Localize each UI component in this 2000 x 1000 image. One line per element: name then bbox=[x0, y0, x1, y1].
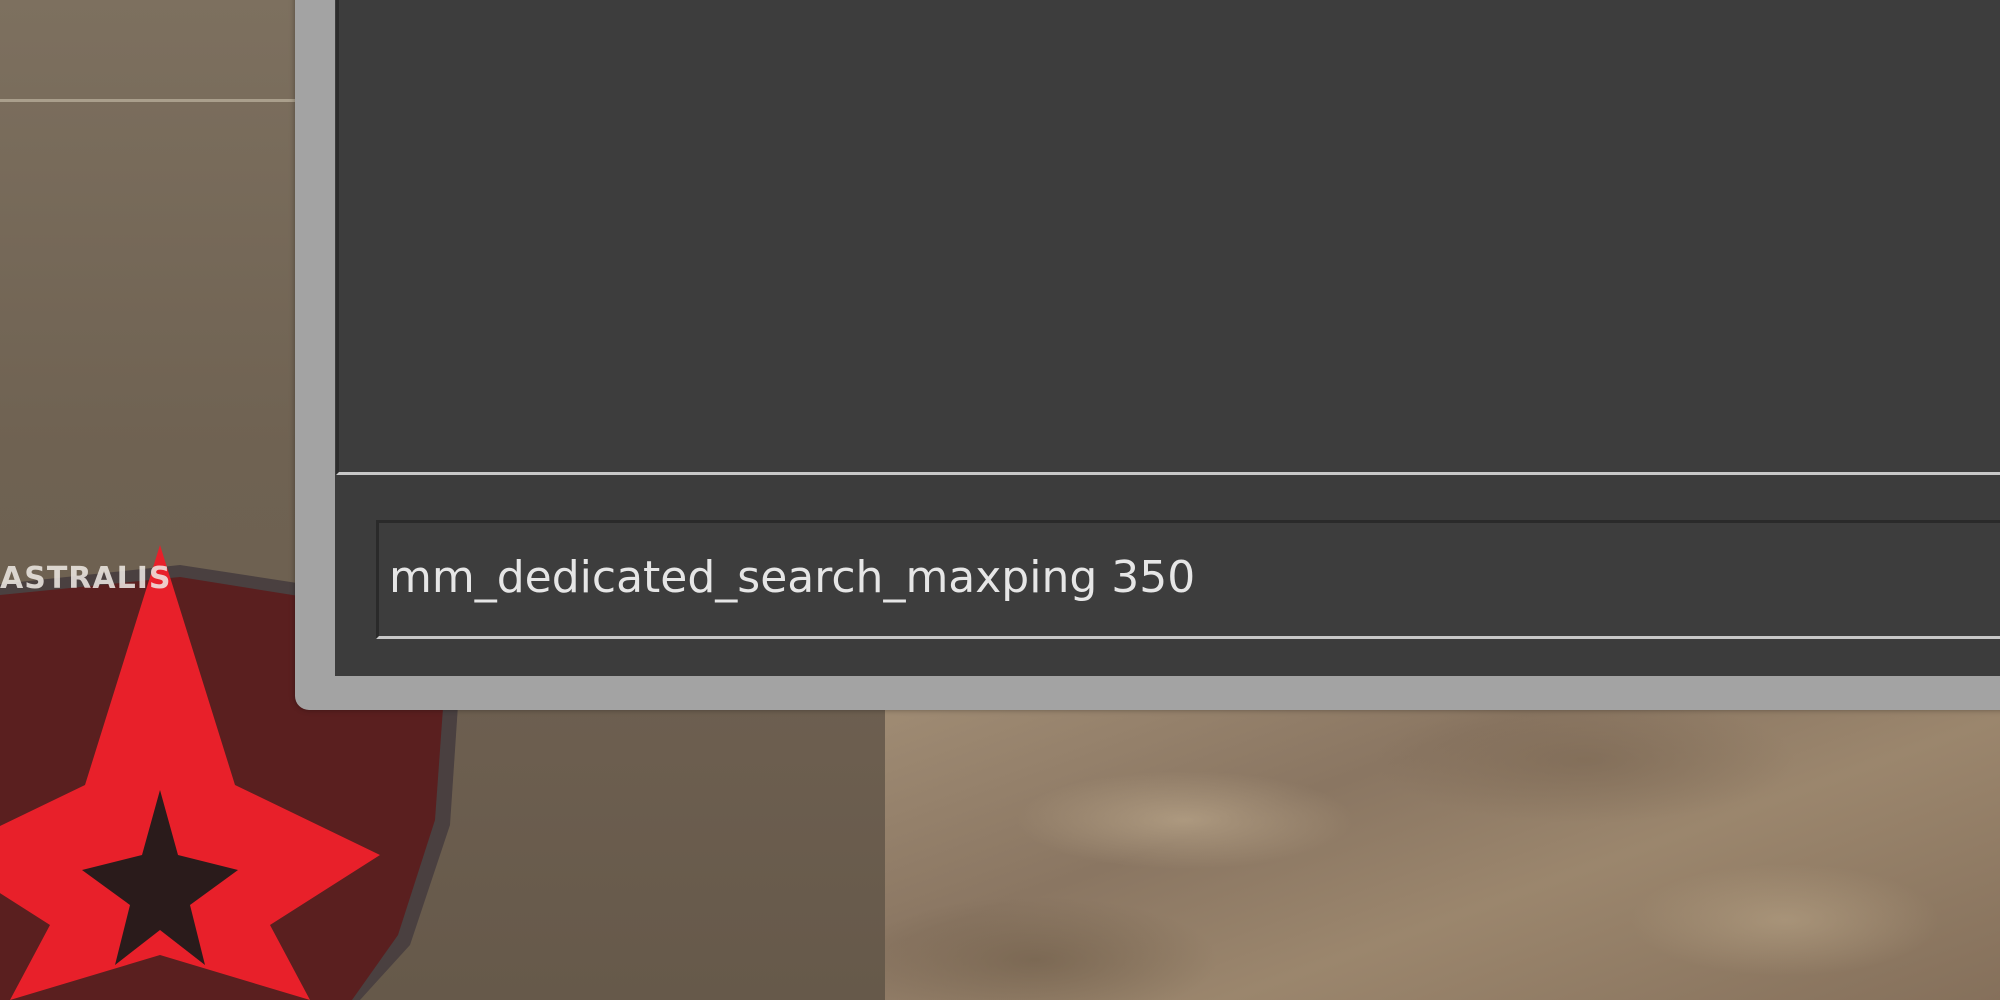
console-command-input[interactable]: mm_dedicated_search_maxping 350 bbox=[376, 520, 2000, 639]
game-scene: ASTRALIS mm_dedicated_search_maxping 350 bbox=[0, 0, 2000, 1000]
sticker-text: ASTRALIS bbox=[0, 561, 172, 596]
background-rock bbox=[885, 700, 2000, 1000]
console-output-area[interactable] bbox=[336, 0, 2000, 475]
background-wall-trim bbox=[0, 99, 300, 102]
